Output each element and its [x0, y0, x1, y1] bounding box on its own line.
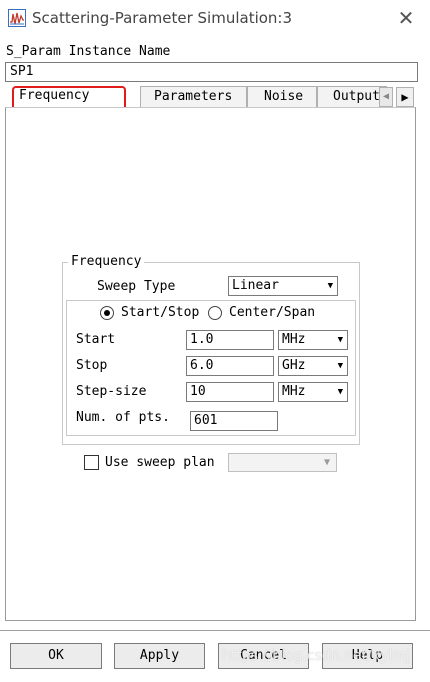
chevron-down-icon: ▼ [337, 387, 343, 397]
chevron-down-icon: ▼ [323, 457, 330, 468]
close-icon[interactable]: ✕ [392, 4, 420, 32]
tab-scroll-left-icon[interactable]: ◀ [379, 87, 393, 107]
start-unit-select[interactable]: MHz ▼ [278, 330, 348, 350]
chevron-down-icon: ▼ [337, 335, 343, 345]
watermark: https://blog.csdn.net/xylmj [222, 648, 410, 664]
tab-scroll-right-icon[interactable]: ▶ [396, 87, 414, 107]
step-size-label: Step-size [76, 384, 147, 399]
use-sweep-plan-label: Use sweep plan [105, 455, 215, 470]
tab-noise[interactable]: Noise [247, 86, 317, 108]
start-stop-label: Start/Stop [121, 305, 200, 320]
chevron-down-icon: ▼ [337, 361, 343, 371]
center-span-label: Center/Span [229, 305, 316, 320]
waveform-icon [8, 9, 26, 27]
sweep-plan-select: ▼ [228, 453, 337, 472]
step-size-input[interactable]: 10 [186, 382, 274, 402]
sweep-type-label: Sweep Type [97, 279, 176, 294]
start-stop-radio[interactable] [100, 306, 114, 320]
apply-button[interactable]: Apply [114, 643, 205, 669]
sweep-type-select[interactable]: Linear ▼ [228, 276, 338, 296]
use-sweep-plan-checkbox[interactable] [84, 455, 99, 470]
footer-divider [0, 630, 430, 631]
num-points-input[interactable]: 601 [190, 411, 278, 431]
start-label: Start [76, 332, 116, 347]
stop-label: Stop [76, 358, 108, 373]
step-unit-value: MHz [282, 384, 306, 399]
chevron-down-icon: ▼ [327, 281, 333, 291]
stop-unit-select[interactable]: GHz ▼ [278, 356, 348, 376]
frequency-group-title: Frequency [68, 254, 145, 269]
instance-name-label: S_Param Instance Name [6, 44, 171, 59]
tab-output[interactable]: Output [317, 86, 387, 108]
instance-name-input[interactable]: SP1 [5, 62, 418, 82]
center-span-radio[interactable] [208, 306, 222, 320]
ok-button[interactable]: OK [10, 643, 102, 669]
num-points-label: Num. of pts. [76, 410, 170, 425]
tab-parameters[interactable]: Parameters [140, 86, 247, 108]
stop-unit-value: GHz [282, 358, 306, 373]
start-unit-value: MHz [282, 332, 306, 347]
step-unit-select[interactable]: MHz ▼ [278, 382, 348, 402]
stop-input[interactable]: 6.0 [186, 356, 274, 376]
start-input[interactable]: 1.0 [186, 330, 274, 350]
window-title: Scattering-Parameter Simulation:3 [32, 9, 293, 27]
sweep-type-value: Linear [232, 278, 279, 293]
